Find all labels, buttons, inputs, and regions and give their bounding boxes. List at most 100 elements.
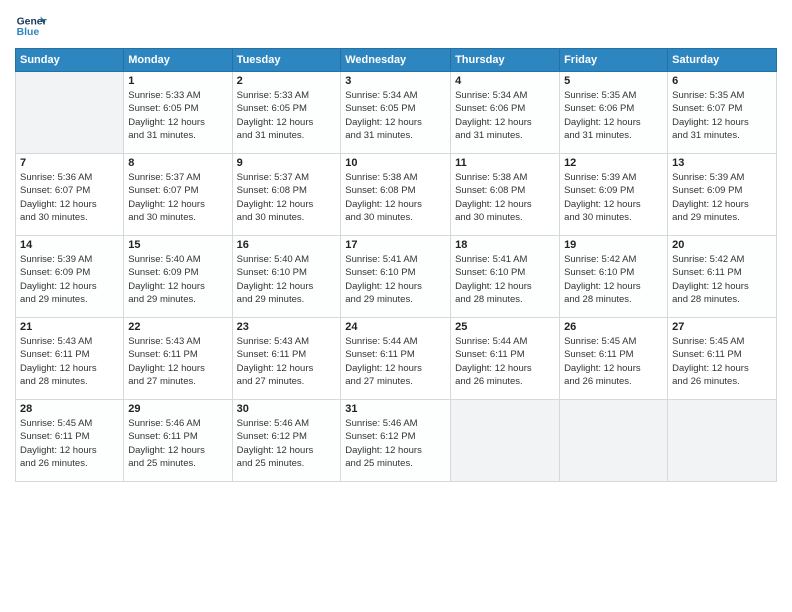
day-number: 17 (345, 239, 446, 251)
calendar-cell: 30Sunrise: 5:46 AMSunset: 6:12 PMDayligh… (232, 400, 341, 482)
day-info: Sunrise: 5:43 AMSunset: 6:11 PMDaylight:… (237, 335, 337, 388)
calendar-cell: 27 Sunrise: 5:45 AMSunset: 6:11 PMDayligh… (668, 318, 777, 400)
calendar-cell: 28 Sunrise: 5:45 AMSunset: 6:11 PMDayligh… (16, 400, 124, 482)
day-number: 14 (20, 239, 119, 251)
calendar-week-row: 28 Sunrise: 5:45 AMSunset: 6:11 PMDayligh… (16, 400, 777, 482)
day-number: 2 (237, 75, 337, 87)
day-number: 23 (237, 321, 337, 333)
day-info: Sunrise: 5:33 AMSunset: 6:05 PMDaylight:… (237, 89, 337, 142)
calendar-cell: 16Sunrise: 5:40 AMSunset: 6:10 PMDayligh… (232, 236, 341, 318)
day-number: 12 (564, 157, 663, 169)
calendar-cell: 6 Sunrise: 5:35 AMSunset: 6:07 PMDaylight… (668, 72, 777, 154)
day-info: Sunrise: 5:35 AMSunset: 6:07 PMDaylight:… (672, 89, 772, 142)
day-number: 27 (672, 321, 772, 333)
day-info: Sunrise: 5:34 AMSunset: 6:05 PMDaylight:… (345, 89, 446, 142)
calendar-body: 1 Sunrise: 5:33 AMSunset: 6:05 PMDaylight… (16, 72, 777, 482)
calendar-cell: 23 Sunrise: 5:43 AMSunset: 6:11 PMDayligh… (232, 318, 341, 400)
calendar-week-row: 21 Sunrise: 5:43 AMSunset: 6:11 PMDayligh… (16, 318, 777, 400)
day-number: 22 (128, 321, 227, 333)
day-number: 25 (455, 321, 555, 333)
day-number: 4 (455, 75, 555, 87)
calendar-cell: 1 Sunrise: 5:33 AMSunset: 6:05 PMDaylight… (124, 72, 232, 154)
calendar-cell: 13 Sunrise: 5:39 AMSunset: 6:09 PMDayligh… (668, 154, 777, 236)
day-number: 7 (20, 157, 119, 169)
calendar-cell: 31 Sunrise: 5:46 AMSunset: 6:12 PMDayligh… (341, 400, 451, 482)
day-number: 6 (672, 75, 772, 87)
day-info: Sunrise: 5:44 AMSunset: 6:11 PMDaylight:… (455, 335, 555, 388)
day-number: 28 (20, 403, 119, 415)
day-number: 1 (128, 75, 227, 87)
day-info: Sunrise: 5:45 AMSunset: 6:11 PMDaylight:… (672, 335, 772, 388)
day-number: 15 (128, 239, 227, 251)
calendar-cell (451, 400, 560, 482)
calendar-cell: 24Sunrise: 5:44 AMSunset: 6:11 PMDayligh… (341, 318, 451, 400)
calendar-cell: 21 Sunrise: 5:43 AMSunset: 6:11 PMDayligh… (16, 318, 124, 400)
day-number: 13 (672, 157, 772, 169)
dow-cell: Wednesday (341, 49, 451, 72)
day-info: Sunrise: 5:33 AMSunset: 6:05 PMDaylight:… (128, 89, 227, 142)
day-info: Sunrise: 5:45 AMSunset: 6:11 PMDaylight:… (20, 417, 119, 470)
day-info: Sunrise: 5:34 AMSunset: 6:06 PMDaylight:… (455, 89, 555, 142)
calendar-cell: 20 Sunrise: 5:42 AMSunset: 6:11 PMDayligh… (668, 236, 777, 318)
day-info: Sunrise: 5:39 AMSunset: 6:09 PMDaylight:… (672, 171, 772, 224)
svg-text:General: General (17, 16, 47, 27)
calendar-cell: 26 Sunrise: 5:45 AMSunset: 6:11 PMDayligh… (560, 318, 668, 400)
day-info: Sunrise: 5:41 AMSunset: 6:10 PMDaylight:… (455, 253, 555, 306)
calendar-cell: 10 Sunrise: 5:38 AMSunset: 6:08 PMDayligh… (341, 154, 451, 236)
calendar-table: SundayMondayTuesdayWednesdayThursdayFrid… (15, 48, 777, 482)
day-info: Sunrise: 5:46 AMSunset: 6:12 PMDaylight:… (345, 417, 446, 470)
day-info: Sunrise: 5:38 AMSunset: 6:08 PMDaylight:… (455, 171, 555, 224)
calendar-cell (16, 72, 124, 154)
dow-cell: Saturday (668, 49, 777, 72)
day-number: 20 (672, 239, 772, 251)
day-number: 9 (237, 157, 337, 169)
day-number: 5 (564, 75, 663, 87)
calendar-cell: 2 Sunrise: 5:33 AMSunset: 6:05 PMDaylight… (232, 72, 341, 154)
calendar-cell: 19Sunrise: 5:42 AMSunset: 6:10 PMDayligh… (560, 236, 668, 318)
calendar-cell: 14Sunrise: 5:39 AMSunset: 6:09 PMDayligh… (16, 236, 124, 318)
day-info: Sunrise: 5:35 AMSunset: 6:06 PMDaylight:… (564, 89, 663, 142)
day-of-week-header: SundayMondayTuesdayWednesdayThursdayFrid… (16, 49, 777, 72)
calendar-cell: 29 Sunrise: 5:46 AMSunset: 6:11 PMDayligh… (124, 400, 232, 482)
day-info: Sunrise: 5:45 AMSunset: 6:11 PMDaylight:… (564, 335, 663, 388)
day-info: Sunrise: 5:42 AMSunset: 6:11 PMDaylight:… (672, 253, 772, 306)
day-info: Sunrise: 5:42 AMSunset: 6:10 PMDaylight:… (564, 253, 663, 306)
day-info: Sunrise: 5:36 AMSunset: 6:07 PMDaylight:… (20, 171, 119, 224)
calendar-cell: 8 Sunrise: 5:37 AMSunset: 6:07 PMDaylight… (124, 154, 232, 236)
calendar-cell: 18 Sunrise: 5:41 AMSunset: 6:10 PMDayligh… (451, 236, 560, 318)
calendar-cell: 11 Sunrise: 5:38 AMSunset: 6:08 PMDayligh… (451, 154, 560, 236)
day-info: Sunrise: 5:38 AMSunset: 6:08 PMDaylight:… (345, 171, 446, 224)
calendar-week-row: 14Sunrise: 5:39 AMSunset: 6:09 PMDayligh… (16, 236, 777, 318)
dow-cell: Friday (560, 49, 668, 72)
day-number: 24 (345, 321, 446, 333)
calendar-cell: 7 Sunrise: 5:36 AMSunset: 6:07 PMDaylight… (16, 154, 124, 236)
day-number: 10 (345, 157, 446, 169)
day-info: Sunrise: 5:46 AMSunset: 6:11 PMDaylight:… (128, 417, 227, 470)
day-info: Sunrise: 5:43 AMSunset: 6:11 PMDaylight:… (20, 335, 119, 388)
logo: General Blue (15, 10, 47, 42)
day-info: Sunrise: 5:37 AMSunset: 6:07 PMDaylight:… (128, 171, 227, 224)
day-info: Sunrise: 5:43 AMSunset: 6:11 PMDaylight:… (128, 335, 227, 388)
dow-cell: Tuesday (232, 49, 341, 72)
day-number: 26 (564, 321, 663, 333)
day-number: 29 (128, 403, 227, 415)
day-number: 31 (345, 403, 446, 415)
calendar-cell: 4 Sunrise: 5:34 AMSunset: 6:06 PMDaylight… (451, 72, 560, 154)
day-number: 11 (455, 157, 555, 169)
day-number: 30 (237, 403, 337, 415)
calendar-cell: 15Sunrise: 5:40 AMSunset: 6:09 PMDayligh… (124, 236, 232, 318)
calendar-cell: 12 Sunrise: 5:39 AMSunset: 6:09 PMDayligh… (560, 154, 668, 236)
calendar-week-row: 7 Sunrise: 5:36 AMSunset: 6:07 PMDaylight… (16, 154, 777, 236)
calendar-cell: 17 Sunrise: 5:41 AMSunset: 6:10 PMDayligh… (341, 236, 451, 318)
day-info: Sunrise: 5:40 AMSunset: 6:10 PMDaylight:… (237, 253, 337, 306)
day-number: 8 (128, 157, 227, 169)
day-number: 21 (20, 321, 119, 333)
day-number: 3 (345, 75, 446, 87)
calendar-cell (668, 400, 777, 482)
dow-cell: Monday (124, 49, 232, 72)
calendar-cell: 9Sunrise: 5:37 AMSunset: 6:08 PMDaylight… (232, 154, 341, 236)
day-info: Sunrise: 5:39 AMSunset: 6:09 PMDaylight:… (564, 171, 663, 224)
day-info: Sunrise: 5:41 AMSunset: 6:10 PMDaylight:… (345, 253, 446, 306)
day-number: 18 (455, 239, 555, 251)
calendar-week-row: 1 Sunrise: 5:33 AMSunset: 6:05 PMDaylight… (16, 72, 777, 154)
